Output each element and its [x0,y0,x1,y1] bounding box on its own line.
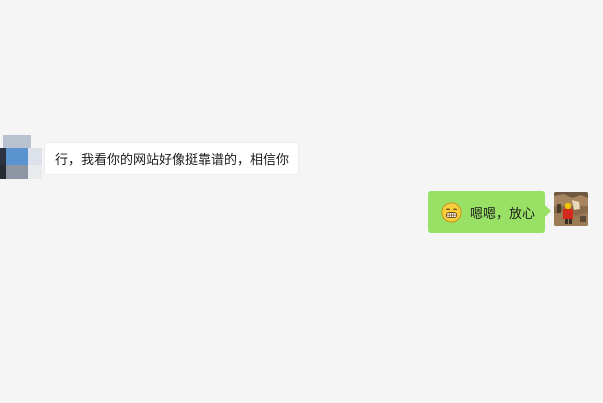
chat-message-area: 行，我看你的网站好像挺靠谱的，相信你 嗯嗯，放心 [0,0,603,403]
outgoing-message-text: 嗯嗯，放心 [469,206,535,222]
self-avatar-image [554,192,588,226]
incoming-message-bubble[interactable]: 行，我看你的网站好像挺靠谱的，相信你 [44,142,300,175]
contact-avatar[interactable] [0,135,42,179]
grinning-face-icon [441,201,462,223]
incoming-message-text: 行，我看你的网站好像挺靠谱的，相信你 [55,153,290,168]
self-avatar[interactable] [554,192,588,226]
outgoing-message-bubble[interactable]: 嗯嗯，放心 [427,191,552,233]
